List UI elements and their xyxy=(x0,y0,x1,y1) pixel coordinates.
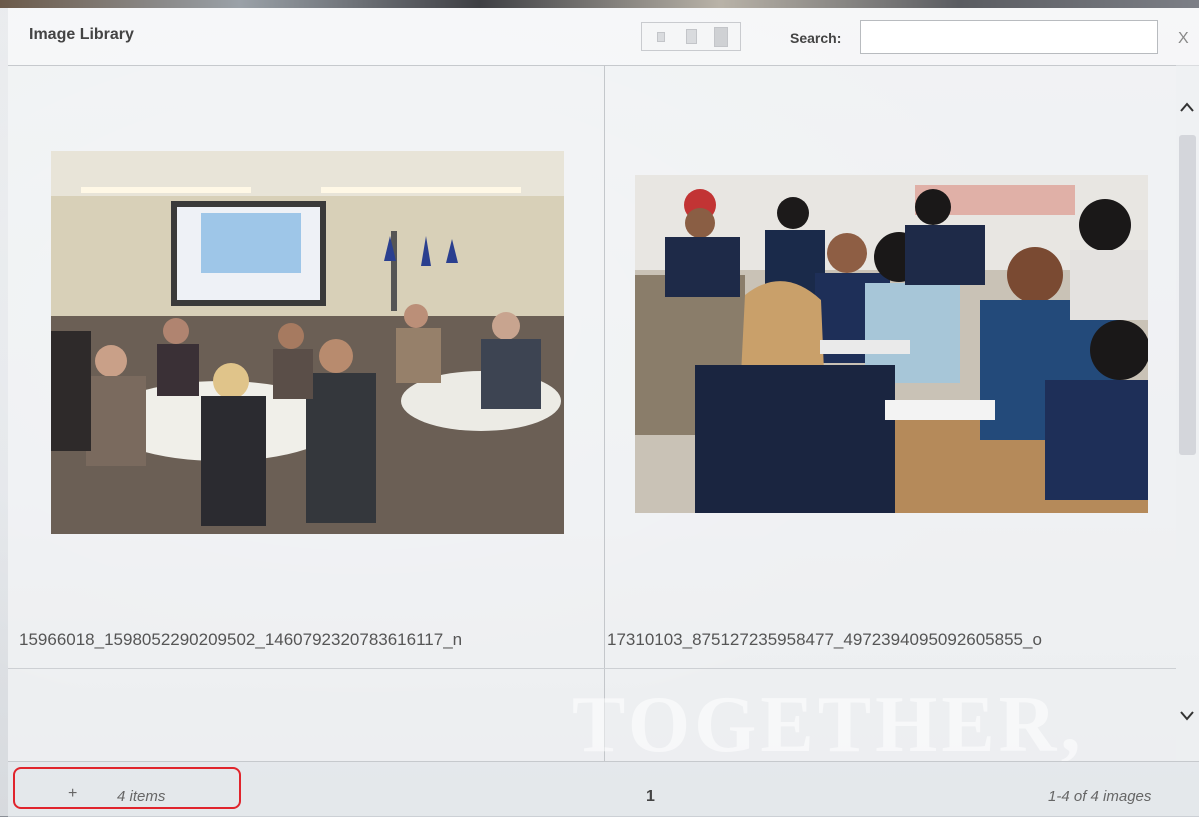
image-range: 1-4 of 4 images xyxy=(1048,788,1152,805)
dialog-header: Image Library Search: X xyxy=(8,8,1199,66)
search-label: Search: xyxy=(790,30,842,46)
image-tile[interactable]: 15966018_1598052290209502_14607923207836… xyxy=(8,65,604,668)
close-icon[interactable]: X xyxy=(1178,30,1189,48)
chevron-up-icon[interactable] xyxy=(1180,99,1194,117)
background-strip xyxy=(0,0,1199,8)
page-number[interactable]: 1 xyxy=(646,788,655,806)
view-mode-toggle xyxy=(641,22,741,51)
item-count: 4 items xyxy=(117,788,166,805)
small-thumbnails-icon xyxy=(657,31,665,42)
background-watermark-text: TOGETHER, xyxy=(572,681,1085,769)
dialog-title: Image Library xyxy=(29,26,134,43)
search-input[interactable] xyxy=(860,20,1158,54)
image-thumbnail[interactable] xyxy=(51,151,564,534)
classroom-photo-icon xyxy=(635,175,1148,513)
scrollbar-thumb[interactable] xyxy=(1179,135,1196,455)
image-thumbnail[interactable] xyxy=(635,175,1148,513)
vertical-scrollbar[interactable] xyxy=(1176,65,1199,761)
view-small-button[interactable] xyxy=(648,26,674,48)
image-filename: 17310103_875127235958477_497239409509260… xyxy=(607,630,1042,649)
image-tile[interactable]: 17310103_875127235958477_497239409509260… xyxy=(605,65,1176,668)
view-large-button[interactable] xyxy=(708,26,734,48)
image-filename: 15966018_1598052290209502_14607923207836… xyxy=(19,630,463,649)
conference-photo-icon xyxy=(51,151,564,534)
view-medium-button[interactable] xyxy=(678,26,704,48)
medium-thumbnails-icon xyxy=(685,29,697,44)
image-library-dialog: Image Library Search: X 15966018_1598052… xyxy=(8,8,1199,817)
row-divider xyxy=(8,668,1176,669)
add-button[interactable]: + xyxy=(68,785,77,803)
large-thumbnails-icon xyxy=(714,26,728,47)
dialog-footer: + 4 items 1 1-4 of 4 images xyxy=(8,761,1199,817)
chevron-down-icon[interactable] xyxy=(1180,708,1194,726)
